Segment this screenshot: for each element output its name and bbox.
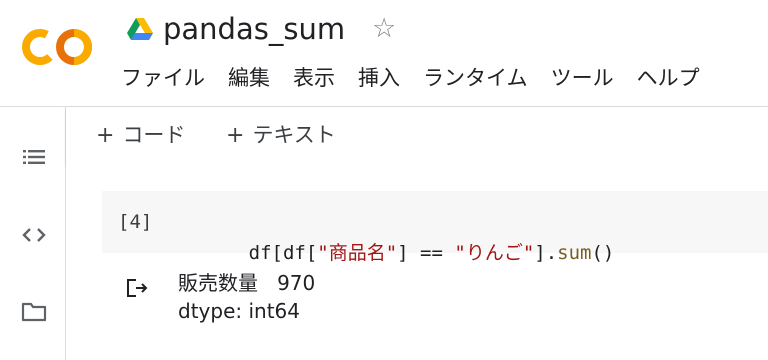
code-token: sum — [557, 242, 592, 264]
execution-count: [4] — [118, 211, 153, 233]
menu-help[interactable]: ヘルプ — [637, 62, 700, 94]
menu-tools[interactable]: ツール — [551, 62, 614, 94]
table-of-contents-icon[interactable] — [20, 143, 48, 171]
add-text-label: テキスト — [252, 123, 336, 147]
cell-output: 販売数量 970 dtype: int64 — [178, 269, 315, 325]
folder-icon[interactable] — [20, 297, 48, 325]
colab-logo — [22, 28, 92, 65]
code-token: df[df[ — [248, 242, 318, 264]
notebook-area: [4] df[df["商品名"] == "りんご"].sum() 販売数量 97… — [66, 165, 768, 360]
notebook-toolbar: + コード + テキスト — [66, 107, 768, 165]
add-text-button[interactable]: + テキスト — [226, 120, 336, 151]
plus-icon: + — [96, 123, 115, 148]
output-line: 販売数量 970 — [178, 271, 316, 295]
code-token: ] == — [397, 242, 455, 264]
menu-file[interactable]: ファイル — [121, 62, 205, 94]
star-icon[interactable]: ☆ — [372, 14, 396, 44]
output-arrow-icon[interactable] — [124, 275, 150, 301]
code-cell[interactable]: [4] df[df["商品名"] == "りんご"].sum() — [102, 191, 768, 264]
left-rail — [0, 107, 66, 360]
notebook-title[interactable]: pandas_sum — [163, 10, 345, 48]
code-token: "商品名" — [317, 242, 398, 264]
code-token: "りんご" — [454, 242, 535, 264]
add-code-label: コード — [122, 123, 186, 147]
menu-runtime[interactable]: ランタイム — [423, 62, 528, 94]
add-code-button[interactable]: + コード — [96, 120, 185, 151]
menu-edit[interactable]: 編集 — [228, 62, 270, 94]
code-brackets-icon[interactable] — [20, 221, 48, 249]
menu-insert[interactable]: 挿入 — [358, 62, 400, 94]
google-drive-icon — [127, 18, 153, 40]
code-token: () — [591, 242, 615, 264]
menu-bar: ファイル 編集 表示 挿入 ランタイム ツール ヘルプ — [121, 62, 700, 94]
code-token: ]. — [534, 242, 558, 264]
plus-icon: + — [226, 123, 245, 148]
menu-view[interactable]: 表示 — [293, 62, 335, 94]
output-line: dtype: int64 — [178, 299, 300, 323]
